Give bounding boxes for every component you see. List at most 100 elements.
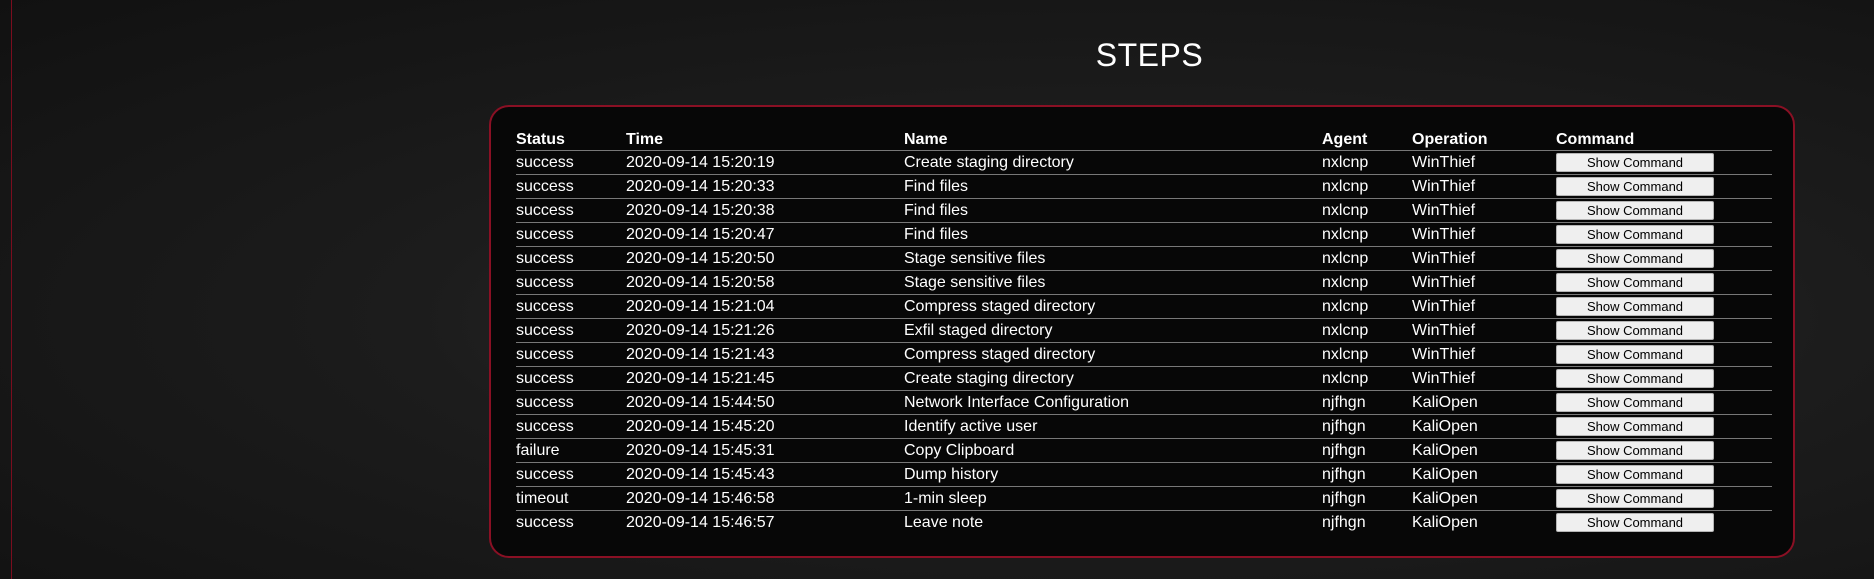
step-name-cell: Exfil staged directory bbox=[904, 318, 1322, 343]
show-command-button[interactable]: Show Command bbox=[1556, 201, 1714, 220]
show-command-button[interactable]: Show Command bbox=[1556, 465, 1714, 484]
status-cell: success bbox=[516, 318, 626, 343]
operation-cell: WinThief bbox=[1412, 342, 1556, 367]
step-name-cell: Leave note bbox=[904, 513, 984, 531]
agent-cell: nxlcnp bbox=[1322, 246, 1412, 271]
step-name-cell: Stage sensitive files bbox=[904, 270, 1322, 295]
command-cell: Show Command bbox=[1556, 366, 1772, 391]
time-cell: 2020-09-14 15:21:26 bbox=[626, 318, 904, 343]
command-cell: Show Command bbox=[1556, 222, 1772, 247]
operation-cell: WinThief bbox=[1412, 318, 1556, 343]
time-cell: 2020-09-14 15:44:50 bbox=[626, 390, 904, 415]
step-name-cell: Create staging directory bbox=[904, 150, 1322, 175]
show-command-button[interactable]: Show Command bbox=[1556, 513, 1714, 532]
agent-cell: njfhgn bbox=[1322, 462, 1412, 487]
time-cell: 2020-09-14 15:20:33 bbox=[626, 174, 904, 199]
status-cell: success bbox=[516, 513, 574, 531]
agent-cell: njfhgn bbox=[1322, 414, 1412, 439]
header-agent: Agent bbox=[1322, 129, 1412, 151]
command-cell: Show Command bbox=[1556, 246, 1772, 271]
steps-table: Status Time Name Agent Operation Command… bbox=[516, 129, 1772, 534]
table-row: success 2020-09-14 15:44:50 Network Interf… bbox=[516, 390, 1772, 415]
show-command-button[interactable]: Show Command bbox=[1556, 177, 1714, 196]
show-command-button[interactable]: Show Command bbox=[1556, 297, 1714, 316]
step-name-cell: Dump history bbox=[904, 462, 1322, 487]
command-cell: Show Command bbox=[1556, 318, 1772, 343]
operation-cell: WinThief bbox=[1412, 150, 1556, 175]
agent-cell: njfhgn bbox=[1322, 486, 1412, 511]
operation-cell: KaliOpen bbox=[1412, 486, 1556, 511]
agent-cell: njfhgn bbox=[1322, 390, 1412, 415]
step-name-cell: 1-min sleep bbox=[904, 486, 1322, 511]
status-cell: success bbox=[516, 390, 626, 415]
show-command-button[interactable]: Show Command bbox=[1556, 369, 1714, 388]
time-cell: 2020-09-14 15:45:31 bbox=[626, 438, 904, 463]
agent-cell: nxlcnp bbox=[1322, 222, 1412, 247]
time-cell: 2020-09-14 15:21:43 bbox=[626, 342, 904, 367]
status-cell: success bbox=[516, 366, 626, 391]
command-cell: Show Command bbox=[1556, 198, 1772, 223]
operation-cell: KaliOpen bbox=[1412, 462, 1556, 487]
agent-cell: nxlcnp bbox=[1322, 198, 1412, 223]
header-operation: Operation bbox=[1412, 129, 1556, 151]
step-name-cell: Find files bbox=[904, 198, 1322, 223]
time-cell: 2020-09-14 15:45:20 bbox=[626, 414, 904, 439]
show-command-button[interactable]: Show Command bbox=[1556, 225, 1714, 244]
operation-cell: KaliOpen bbox=[1412, 390, 1556, 415]
operation-cell: WinThief bbox=[1412, 222, 1556, 247]
command-cell: Show Command bbox=[1556, 150, 1772, 175]
operation-cell: KaliOpen bbox=[1412, 438, 1556, 463]
show-command-button[interactable]: Show Command bbox=[1556, 393, 1714, 412]
time-cell: 2020-09-14 15:20:50 bbox=[626, 246, 904, 271]
show-command-button[interactable]: Show Command bbox=[1556, 153, 1714, 172]
show-command-button[interactable]: Show Command bbox=[1556, 417, 1714, 436]
operation-cell: WinThief bbox=[1412, 174, 1556, 199]
command-cell: Show Command bbox=[1556, 486, 1772, 511]
table-row: timeout 2020-09-14 15:46:58 1-min sleep njf… bbox=[516, 486, 1772, 511]
table-row: success 2020-09-14 15:20:38 Find files nxlc… bbox=[516, 198, 1772, 223]
table-body: success 2020-09-14 15:20:19 Create staging… bbox=[516, 150, 1772, 535]
time-cell: 2020-09-14 15:45:43 bbox=[626, 462, 904, 487]
header-status: Status bbox=[516, 129, 626, 151]
table-row: success 2020-09-14 15:45:43 Dump history nj… bbox=[516, 462, 1772, 487]
show-command-button[interactable]: Show Command bbox=[1556, 345, 1714, 364]
show-command-button[interactable]: Show Command bbox=[1556, 249, 1714, 268]
show-command-button[interactable]: Show Command bbox=[1556, 273, 1714, 292]
command-cell: Show Command bbox=[1556, 390, 1772, 415]
table-row: success 2020-09-14 15:46:57 Leave note njfh… bbox=[516, 511, 1772, 535]
header-time: Time bbox=[626, 129, 904, 151]
status-cell: timeout bbox=[516, 486, 626, 511]
command-cell: Show Command bbox=[1556, 174, 1772, 199]
step-name-cell: Copy Clipboard bbox=[904, 438, 1322, 463]
steps-panel: Status Time Name Agent Operation Command… bbox=[489, 105, 1795, 558]
left-frame-border bbox=[11, 0, 12, 579]
command-cell: Show Command bbox=[1556, 342, 1772, 367]
table-row: success 2020-09-14 15:20:33 Find files nxlc… bbox=[516, 174, 1772, 199]
status-cell: success bbox=[516, 174, 626, 199]
step-name-cell: Compress staged directory bbox=[904, 342, 1322, 367]
status-cell: success bbox=[516, 198, 626, 223]
status-cell: success bbox=[516, 222, 626, 247]
operation-cell: KaliOpen bbox=[1412, 414, 1556, 439]
time-cell: 2020-09-14 15:20:58 bbox=[626, 270, 904, 295]
table-row: success 2020-09-14 15:21:04 Compress stage… bbox=[516, 294, 1772, 319]
status-cell: success bbox=[516, 270, 626, 295]
agent-cell: nxlcnp bbox=[1322, 270, 1412, 295]
operation-cell: WinThief bbox=[1412, 198, 1556, 223]
command-cell: Show Command bbox=[1556, 462, 1772, 487]
show-command-button[interactable]: Show Command bbox=[1556, 441, 1714, 460]
operation-cell: KaliOpen bbox=[1412, 513, 1478, 531]
step-name-cell: Compress staged directory bbox=[904, 294, 1322, 319]
step-name-cell: Stage sensitive files bbox=[904, 246, 1322, 271]
operation-cell: WinThief bbox=[1412, 366, 1556, 391]
agent-cell: njfhgn bbox=[1322, 438, 1412, 463]
show-command-button[interactable]: Show Command bbox=[1556, 489, 1714, 508]
agent-cell: nxlcnp bbox=[1322, 342, 1412, 367]
status-cell: success bbox=[516, 462, 626, 487]
agent-cell: nxlcnp bbox=[1322, 150, 1412, 175]
table-row: success 2020-09-14 15:21:45 Create staging… bbox=[516, 366, 1772, 391]
status-cell: success bbox=[516, 342, 626, 367]
time-cell: 2020-09-14 15:20:47 bbox=[626, 222, 904, 247]
step-name-cell: Find files bbox=[904, 174, 1322, 199]
show-command-button[interactable]: Show Command bbox=[1556, 321, 1714, 340]
